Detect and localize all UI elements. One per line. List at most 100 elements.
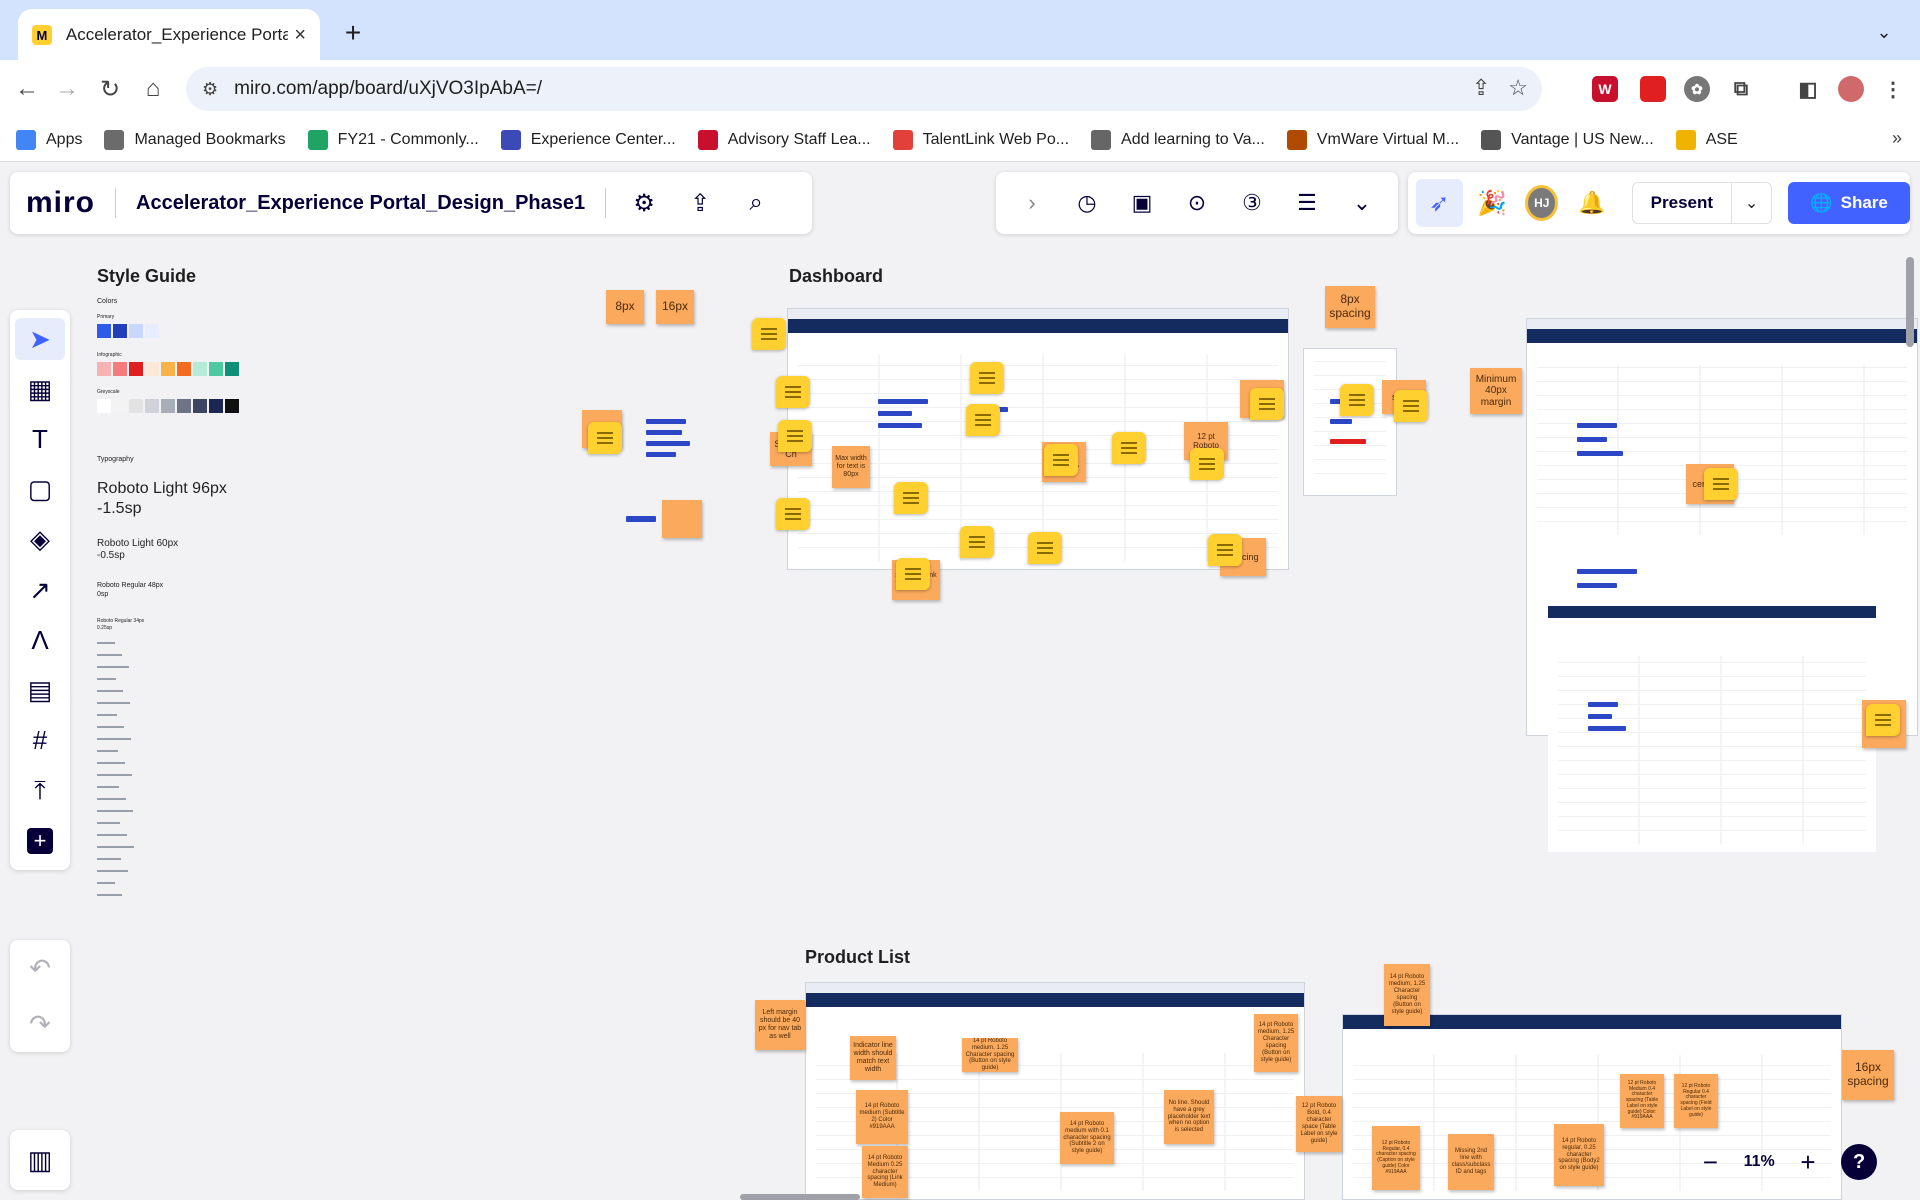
bookmark-item[interactable]: Vantage | US New... [1481, 129, 1654, 150]
bookmark-item[interactable]: VmWare Virtual M... [1286, 129, 1459, 150]
more-chevron-down-icon[interactable]: ⌄ [1342, 183, 1382, 223]
comment-marker-icon[interactable] [1208, 534, 1242, 566]
sticky-note[interactable]: 14 pt Roboto medium, 1.25 Character spac… [1384, 964, 1430, 1026]
frame-icon[interactable]: # [15, 720, 65, 762]
color-swatch[interactable] [145, 362, 159, 376]
miro-logo[interactable]: miro [26, 186, 95, 220]
share-page-icon[interactable]: ⇪ [1472, 75, 1490, 101]
present-button[interactable]: Present ⌄ [1631, 182, 1773, 224]
color-swatch[interactable] [129, 362, 143, 376]
settings-gear-icon[interactable]: ⚙ [622, 181, 666, 225]
export-upload-icon[interactable]: ⇪ [678, 181, 722, 225]
timer-icon[interactable]: ◷ [1067, 183, 1107, 223]
comment-marker-icon[interactable] [1704, 468, 1738, 500]
close-icon[interactable]: × [294, 24, 306, 47]
comment-marker-icon[interactable] [1250, 388, 1284, 420]
color-swatch[interactable] [225, 399, 239, 413]
upload-icon[interactable]: ⤒ [15, 770, 65, 812]
comment-marker-icon[interactable] [1394, 390, 1428, 422]
bookmark-item[interactable]: Add learning to Va... [1091, 129, 1265, 150]
bookmark-item[interactable]: FY21 - Commonly... [307, 129, 479, 150]
sticky-note[interactable]: 14 pt Roboto medium (Subtitle 2) Color #… [856, 1090, 908, 1144]
sticky-note[interactable]: 14 pt Roboto Medium 0.25 character spaci… [862, 1146, 908, 1198]
sticky-note[interactable] [662, 500, 702, 538]
dashboard-detail-card[interactable] [1303, 348, 1397, 496]
bookmark-star-icon[interactable]: ☆ [1508, 75, 1528, 101]
browser-menu-icon[interactable]: ⋮ [1880, 76, 1906, 102]
comment-marker-icon[interactable] [960, 526, 994, 558]
sticky-note[interactable]: 14 pt Roboto regular, 0.25 character spa… [1554, 1124, 1604, 1186]
color-swatch[interactable] [113, 399, 127, 413]
sticky-note[interactable]: 12 pt Roboto Medium 0.4 character spacin… [1620, 1074, 1664, 1128]
color-swatch[interactable] [145, 324, 159, 338]
sticky-note[interactable]: 12 pt Roboto Regular 0.4 character spaci… [1674, 1074, 1718, 1128]
zoom-out-icon[interactable]: − [1703, 1147, 1718, 1178]
notifications-bell-icon[interactable]: 🔔 [1572, 181, 1611, 225]
sticky-note[interactable]: Minimum 40px margin [1470, 368, 1522, 414]
color-swatch[interactable] [161, 362, 175, 376]
vertical-scrollbar[interactable] [1906, 257, 1914, 347]
new-tab-button[interactable]: + [336, 16, 370, 50]
sticky-note[interactable]: 14 pt Roboto medium, 1.25 Character spac… [1254, 1014, 1298, 1072]
more-bookmarks-icon[interactable]: » [1892, 128, 1902, 149]
comment-marker-icon[interactable] [776, 498, 810, 530]
browser-tab[interactable]: M Accelerator_Experience Portal_Design_P… [18, 9, 320, 61]
screen-share-icon[interactable]: ▣ [1122, 183, 1162, 223]
bookmark-item[interactable]: ASE [1675, 129, 1738, 150]
comment-marker-icon[interactable] [1028, 532, 1062, 564]
reload-icon[interactable]: ↻ [93, 72, 127, 106]
zoom-level[interactable]: 11% [1744, 1153, 1775, 1171]
color-swatch[interactable] [97, 399, 111, 413]
site-settings-icon[interactable]: ⚙ [202, 79, 218, 100]
color-swatch[interactable] [193, 399, 207, 413]
sticky-note[interactable]: Max width for text is 80px [832, 446, 870, 488]
comment-marker-icon[interactable] [966, 404, 1000, 436]
bookmark-item[interactable]: Advisory Staff Lea... [697, 129, 871, 150]
color-swatch[interactable] [161, 399, 175, 413]
address-bar[interactable]: ⚙ miro.com/app/board/uXjVO3IpAbA=/ ⇪ ☆ [186, 67, 1542, 111]
color-swatch[interactable] [113, 362, 127, 376]
comment-marker-icon[interactable] [1190, 448, 1224, 480]
profile-avatar[interactable] [1838, 76, 1864, 102]
dashboard-strip[interactable] [1548, 606, 1876, 646]
zoom-in-icon[interactable]: + [1800, 1147, 1815, 1178]
frame-title-style-guide[interactable]: Style Guide [97, 266, 196, 287]
share-button[interactable]: 🌐 Share [1788, 182, 1911, 224]
miro-canvas[interactable]: Style Guide Colors Primary Infographic G… [0, 162, 1920, 1200]
shapes-icon[interactable]: ◈ [15, 519, 65, 561]
connection-line-icon[interactable]: ↗ [15, 569, 65, 611]
help-button[interactable]: ? [1841, 1144, 1878, 1180]
comment-marker-icon[interactable] [1340, 384, 1374, 416]
sticky-note[interactable]: 8px spacing [1325, 286, 1375, 328]
color-swatch[interactable] [209, 399, 223, 413]
back-arrow-icon[interactable]: ← [10, 72, 44, 106]
comment-marker-icon[interactable] [588, 422, 622, 454]
color-swatch[interactable] [97, 324, 111, 338]
sticky-note[interactable]: 16px spacing [1842, 1050, 1894, 1100]
extension-red-icon[interactable] [1640, 76, 1666, 102]
comment-marker-icon[interactable] [1866, 704, 1900, 736]
horizontal-scrollbar[interactable] [740, 1194, 860, 1200]
color-swatch[interactable] [177, 362, 191, 376]
color-swatch[interactable] [97, 362, 111, 376]
color-swatch[interactable] [225, 362, 239, 376]
extensions-puzzle-icon[interactable]: ⧉ [1728, 76, 1754, 102]
frame-title-dashboard[interactable]: Dashboard [789, 266, 883, 287]
dashboard-screenshot-3[interactable] [1548, 646, 1876, 852]
templates-icon[interactable]: ▦ [15, 368, 65, 410]
comment-marker-icon[interactable] [1112, 432, 1146, 464]
sticky-note[interactable]: No line. Should have a grey placeholder … [1164, 1090, 1214, 1144]
style-example-chart[interactable] [618, 367, 722, 475]
bookmark-item[interactable]: Apps [16, 129, 82, 150]
color-swatch[interactable] [193, 362, 207, 376]
color-swatch[interactable] [145, 399, 159, 413]
comment-marker-icon[interactable] [896, 558, 930, 590]
extension-w-icon[interactable]: W [1592, 76, 1618, 102]
color-swatch[interactable] [113, 324, 127, 338]
chevron-down-icon[interactable]: ⌄ [1868, 16, 1900, 48]
redo-icon[interactable]: ↷ [29, 1009, 51, 1040]
select-cursor-icon[interactable]: ➤ [15, 318, 65, 361]
color-swatch[interactable] [129, 324, 143, 338]
sticky-note[interactable]: Left margin should be 40 px for nav tab … [755, 1000, 805, 1050]
bookmark-item[interactable]: Managed Bookmarks [104, 129, 286, 150]
